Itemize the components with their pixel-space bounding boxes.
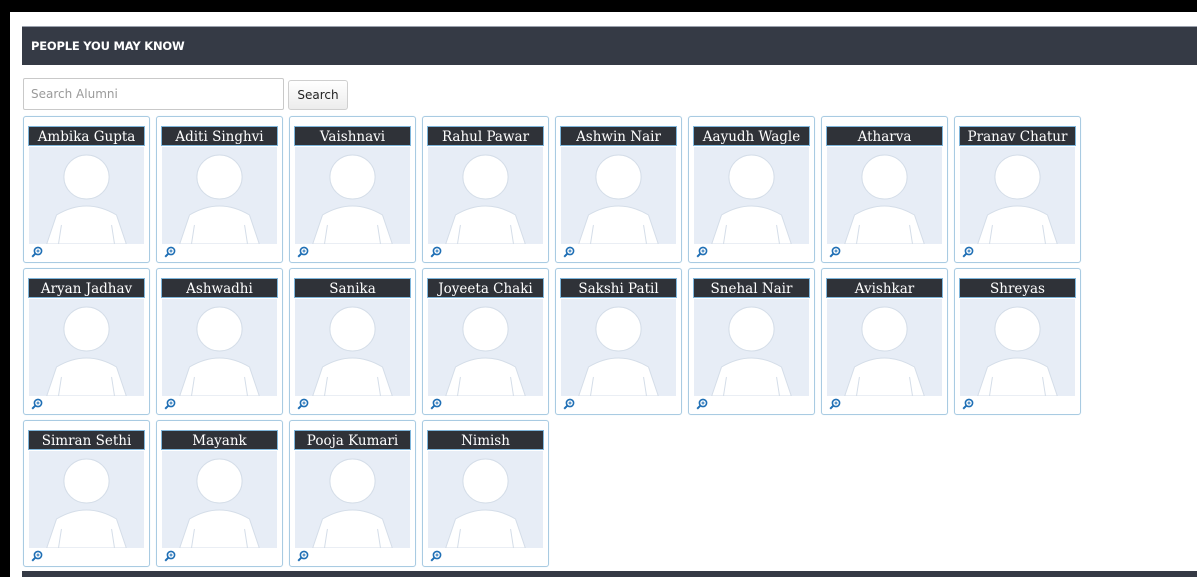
search-button[interactable]: Search bbox=[288, 80, 348, 110]
zoom-icon[interactable] bbox=[829, 246, 841, 258]
person-card[interactable]: Ambika Gupta bbox=[23, 116, 150, 263]
person-name[interactable]: Pooja Kumari bbox=[294, 430, 411, 450]
person-card[interactable]: Mayank bbox=[156, 420, 283, 567]
default-avatar-icon[interactable] bbox=[162, 451, 277, 548]
person-name[interactable]: Atharva bbox=[826, 126, 943, 146]
person-card[interactable]: Pooja Kumari bbox=[289, 420, 416, 567]
person-name[interactable]: Aditi Singhvi bbox=[161, 126, 278, 146]
default-avatar-icon[interactable] bbox=[428, 451, 543, 548]
person-card[interactable]: Rahul Pawar bbox=[422, 116, 549, 263]
zoom-icon[interactable] bbox=[297, 246, 309, 258]
zoom-icon[interactable] bbox=[31, 550, 43, 562]
default-avatar-icon[interactable] bbox=[162, 299, 277, 396]
person-card[interactable]: Ashwin Nair bbox=[555, 116, 682, 263]
person-name[interactable]: Shreyas bbox=[959, 278, 1076, 298]
zoom-icon[interactable] bbox=[430, 550, 442, 562]
zoom-icon[interactable] bbox=[31, 246, 43, 258]
person-card[interactable]: Nimish bbox=[422, 420, 549, 567]
section-title: PEOPLE YOU MAY KNOW bbox=[31, 39, 185, 53]
default-avatar-icon[interactable] bbox=[561, 299, 676, 396]
zoom-icon[interactable] bbox=[696, 398, 708, 410]
default-avatar-icon[interactable] bbox=[162, 147, 277, 244]
person-card[interactable]: Sakshi Patil bbox=[555, 268, 682, 415]
person-name[interactable]: Nimish bbox=[427, 430, 544, 450]
person-card[interactable]: Simran Sethi bbox=[23, 420, 150, 567]
person-name[interactable]: Simran Sethi bbox=[28, 430, 145, 450]
person-name[interactable]: Aryan Jadhav bbox=[28, 278, 145, 298]
zoom-icon[interactable] bbox=[430, 246, 442, 258]
zoom-icon[interactable] bbox=[696, 246, 708, 258]
default-avatar-icon[interactable] bbox=[295, 147, 410, 244]
person-card[interactable]: Shreyas bbox=[954, 268, 1081, 415]
zoom-icon[interactable] bbox=[297, 398, 309, 410]
zoom-icon[interactable] bbox=[31, 398, 43, 410]
zoom-icon[interactable] bbox=[164, 550, 176, 562]
person-name[interactable]: Ambika Gupta bbox=[28, 126, 145, 146]
default-avatar-icon[interactable] bbox=[29, 299, 144, 396]
person-name[interactable]: Joyeeta Chaki bbox=[427, 278, 544, 298]
person-card[interactable]: Ashwadhi bbox=[156, 268, 283, 415]
zoom-icon[interactable] bbox=[829, 398, 841, 410]
person-card[interactable]: Pranav Chatur bbox=[954, 116, 1081, 263]
default-avatar-icon[interactable] bbox=[561, 147, 676, 244]
default-avatar-icon[interactable] bbox=[960, 299, 1075, 396]
zoom-icon[interactable] bbox=[164, 398, 176, 410]
person-card[interactable]: Aditi Singhvi bbox=[156, 116, 283, 263]
person-name[interactable]: Vaishnavi bbox=[294, 126, 411, 146]
person-card[interactable]: Snehal Nair bbox=[688, 268, 815, 415]
person-card[interactable]: Aayudh Wagle bbox=[688, 116, 815, 263]
default-avatar-icon[interactable] bbox=[428, 299, 543, 396]
person-name[interactable]: Mayank bbox=[161, 430, 278, 450]
default-avatar-icon[interactable] bbox=[29, 147, 144, 244]
person-card[interactable]: Vaishnavi bbox=[289, 116, 416, 263]
zoom-icon[interactable] bbox=[164, 246, 176, 258]
person-name[interactable]: Avishkar bbox=[826, 278, 943, 298]
person-card[interactable]: Atharva bbox=[821, 116, 948, 263]
person-card[interactable]: Joyeeta Chaki bbox=[422, 268, 549, 415]
zoom-icon[interactable] bbox=[962, 398, 974, 410]
window-frame-left bbox=[0, 0, 10, 577]
person-name[interactable]: Sanika bbox=[294, 278, 411, 298]
section-header: PEOPLE YOU MAY KNOW bbox=[22, 26, 1197, 65]
person-name[interactable]: Rahul Pawar bbox=[427, 126, 544, 146]
default-avatar-icon[interactable] bbox=[827, 299, 942, 396]
zoom-icon[interactable] bbox=[563, 398, 575, 410]
window-frame-top bbox=[0, 0, 1197, 12]
default-avatar-icon[interactable] bbox=[29, 451, 144, 548]
default-avatar-icon[interactable] bbox=[428, 147, 543, 244]
zoom-icon[interactable] bbox=[962, 246, 974, 258]
zoom-icon[interactable] bbox=[430, 398, 442, 410]
default-avatar-icon[interactable] bbox=[295, 299, 410, 396]
person-card[interactable]: Aryan Jadhav bbox=[23, 268, 150, 415]
default-avatar-icon[interactable] bbox=[827, 147, 942, 244]
zoom-icon[interactable] bbox=[297, 550, 309, 562]
default-avatar-icon[interactable] bbox=[694, 147, 809, 244]
person-name[interactable]: Pranav Chatur bbox=[959, 126, 1076, 146]
default-avatar-icon[interactable] bbox=[694, 299, 809, 396]
person-name[interactable]: Snehal Nair bbox=[693, 278, 810, 298]
person-name[interactable]: Aayudh Wagle bbox=[693, 126, 810, 146]
person-card[interactable]: Avishkar bbox=[821, 268, 948, 415]
person-card[interactable]: Sanika bbox=[289, 268, 416, 415]
person-name[interactable]: Ashwin Nair bbox=[560, 126, 677, 146]
zoom-icon[interactable] bbox=[563, 246, 575, 258]
person-name[interactable]: Sakshi Patil bbox=[560, 278, 677, 298]
footer-bar bbox=[22, 571, 1197, 577]
people-grid: Ambika Gupta Aditi Singhvi Vaishnavi Rah… bbox=[23, 116, 1083, 567]
search-alumni-input[interactable] bbox=[23, 78, 284, 110]
person-name[interactable]: Ashwadhi bbox=[161, 278, 278, 298]
default-avatar-icon[interactable] bbox=[295, 451, 410, 548]
default-avatar-icon[interactable] bbox=[960, 147, 1075, 244]
